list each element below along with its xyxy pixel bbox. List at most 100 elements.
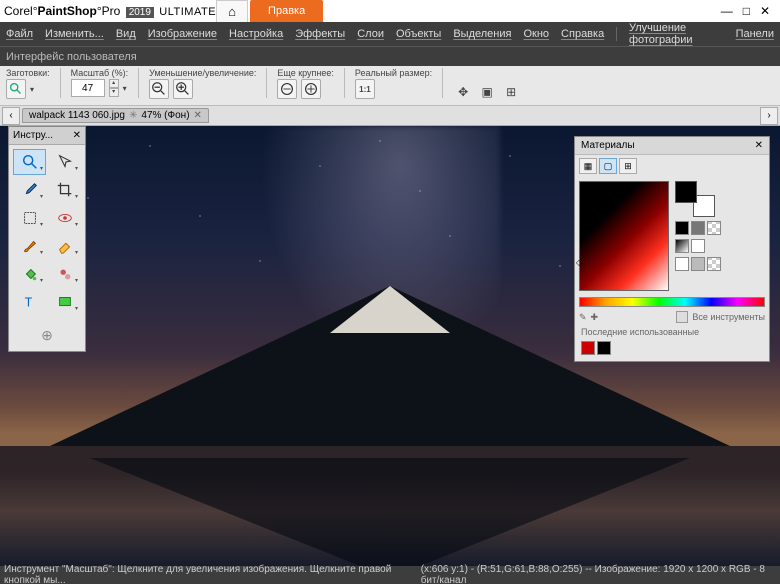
menu-objects[interactable]: Объекты [396, 28, 441, 40]
swap-icon[interactable]: ✚ [591, 312, 599, 323]
menu-adjust[interactable]: Настройка [229, 28, 283, 40]
tool-redeye[interactable]: ▾ [48, 205, 81, 231]
menu-file[interactable]: Файл [6, 28, 33, 40]
tool-dropper[interactable]: ▾ [13, 177, 46, 203]
opt-separator [266, 68, 267, 98]
brand-pro: Pro [102, 4, 121, 18]
menu-layers[interactable]: Слои [357, 28, 384, 40]
tool-text[interactable]: T [13, 289, 46, 315]
document-suffix: 47% (Фон) [141, 110, 189, 121]
color-gradient-picker[interactable]: ◇ [579, 181, 669, 291]
zoom-value-input[interactable] [71, 79, 105, 97]
tool-brush[interactable]: ▾ [13, 233, 46, 259]
menu-selections[interactable]: Выделения [453, 28, 511, 40]
brand-paintshop: PaintShop [38, 4, 97, 18]
menu-help[interactable]: Справка [561, 28, 604, 40]
actual-size-label: Реальный размер: [355, 68, 432, 78]
menu-bar: Файл Изменить... Вид Изображение Настрой… [0, 22, 780, 46]
brand-corel: Corel [4, 4, 33, 18]
prop-swatch-gray2[interactable] [691, 257, 705, 271]
status-position: (x:606 y:1) - (R:51,G:61,B:88,O:255) -- … [421, 564, 661, 575]
tool-pick[interactable]: ▾ [48, 149, 81, 175]
status-bar: Инструмент "Масштаб": Щелкните для увели… [0, 566, 780, 584]
zoom-out-button[interactable] [149, 79, 169, 99]
menu-effects[interactable]: Эффекты [295, 28, 345, 40]
hue-slider[interactable] [579, 297, 765, 307]
prop-swatch-solid[interactable] [675, 221, 689, 235]
app-brand: Corel°PaintShop°Pro 2019 ULTIMATE [4, 4, 216, 18]
zoom-bigger-out[interactable] [277, 79, 297, 99]
canvas-area[interactable]: Инстру... ✕ ▾ ▾ ▾ ▾ ▾ ▾ ▾ ▾ ▾ ▾ T ▾ ⊕ Ма… [0, 126, 780, 578]
toolbox-close-icon[interactable]: ✕ [73, 130, 81, 141]
zoom-in-button[interactable] [173, 79, 193, 99]
foreground-swatch[interactable] [675, 181, 697, 203]
menu-photo-enhance[interactable]: Улучшение фотографии [629, 22, 724, 46]
title-bar: Corel°PaintShop°Pro 2019 ULTIMATE ⌂ Прав… [0, 0, 780, 22]
tool-crop[interactable]: ▾ [48, 177, 81, 203]
home-tab[interactable]: ⌂ [216, 0, 248, 22]
actual-size-button[interactable]: 1:1 [355, 79, 375, 99]
menu-view[interactable]: Вид [116, 28, 136, 40]
edit-tab[interactable]: Правка [250, 0, 323, 22]
recent-swatch-red[interactable] [581, 341, 595, 355]
menu-edit[interactable]: Изменить... [45, 28, 104, 40]
opt-separator [442, 68, 443, 98]
presets-label: Заготовки: [6, 68, 50, 78]
zoom-spin-up[interactable]: ▴ [109, 79, 119, 88]
tool-retouch[interactable]: ▾ [48, 261, 81, 287]
materials-close-icon[interactable]: ✕ [755, 140, 763, 151]
tool-fill[interactable]: ▾ [13, 261, 46, 287]
image-reflection [90, 458, 690, 578]
close-button[interactable]: ✕ [760, 4, 770, 18]
prop-swatch-trans2[interactable] [707, 257, 721, 271]
tool-options-bar: Заготовки: ▾ Масштаб (%): ▴▾ ▾ Уменьшени… [0, 66, 780, 106]
toolbox-header[interactable]: Инстру... ✕ [9, 127, 85, 145]
tab-nav-prev[interactable]: ‹ [2, 107, 20, 125]
materials-title: Материалы [581, 140, 635, 151]
tab-nav-next[interactable]: › [760, 107, 778, 125]
menu-window[interactable]: Окно [523, 28, 549, 40]
snap-move-icon[interactable]: ✥ [453, 82, 473, 102]
snap-center-icon[interactable]: ▣ [477, 82, 497, 102]
document-tab-bar: ‹ walpack 1143 060.jpg ✳ 47% (Фон) ✕ › [0, 106, 780, 126]
minimize-button[interactable]: — [721, 4, 733, 18]
all-tools-label: Все инструменты [692, 312, 765, 322]
prop-swatch-white[interactable] [691, 239, 705, 253]
zoom-spin-down[interactable]: ▾ [109, 88, 119, 97]
presets-button[interactable] [6, 79, 26, 99]
prop-swatch-solid2[interactable] [675, 257, 689, 271]
opt-separator [138, 68, 139, 98]
materials-panel[interactable]: Материалы ✕ ▦ ▢ ⊞ ◇ [574, 136, 770, 362]
recent-swatch-black[interactable] [597, 341, 611, 355]
tool-shape[interactable]: ▾ [48, 289, 81, 315]
prop-swatch-transparent[interactable] [707, 221, 721, 235]
materials-tab-rgb[interactable]: ▢ [599, 158, 617, 174]
tool-zoom[interactable]: ▾ [13, 149, 46, 175]
maximize-button[interactable]: □ [743, 4, 750, 18]
tool-eraser[interactable]: ▾ [48, 233, 81, 259]
tool-add-icon[interactable]: ⊕ [37, 325, 57, 345]
fg-bg-swatches[interactable] [675, 181, 715, 217]
prop-swatch-gradient[interactable] [675, 239, 689, 253]
zoom-bigger-in[interactable] [301, 79, 321, 99]
menu-image[interactable]: Изображение [148, 28, 217, 40]
toolbox-panel[interactable]: Инстру... ✕ ▾ ▾ ▾ ▾ ▾ ▾ ▾ ▾ ▾ ▾ T ▾ ⊕ [8, 126, 86, 352]
tool-selection[interactable]: ▾ [13, 205, 46, 231]
prop-swatch-gray[interactable] [691, 221, 705, 235]
submenu-ui[interactable]: Интерфейс пользователя [6, 51, 137, 63]
materials-tab-hsv[interactable]: ▦ [579, 158, 597, 174]
menu-separator [616, 27, 617, 41]
materials-header[interactable]: Материалы ✕ [575, 137, 769, 155]
document-tab[interactable]: walpack 1143 060.jpg ✳ 47% (Фон) ✕ [22, 108, 209, 123]
bigger-label: Еще крупнее: [277, 68, 334, 78]
snap-grid-icon[interactable]: ⊞ [501, 82, 521, 102]
all-tools-checkbox[interactable] [676, 311, 688, 323]
svg-text:T: T [24, 296, 32, 310]
toolbox-title: Инстру... [13, 130, 53, 141]
brand-edition: ULTIMATE [159, 6, 216, 18]
tab-close-icon[interactable]: ✕ [194, 110, 202, 121]
eyedropper-icon[interactable]: ✎ [579, 312, 587, 323]
menu-panels[interactable]: Панели [736, 28, 774, 40]
sub-menu-bar: Интерфейс пользователя [0, 46, 780, 66]
materials-tab-swatches[interactable]: ⊞ [619, 158, 637, 174]
